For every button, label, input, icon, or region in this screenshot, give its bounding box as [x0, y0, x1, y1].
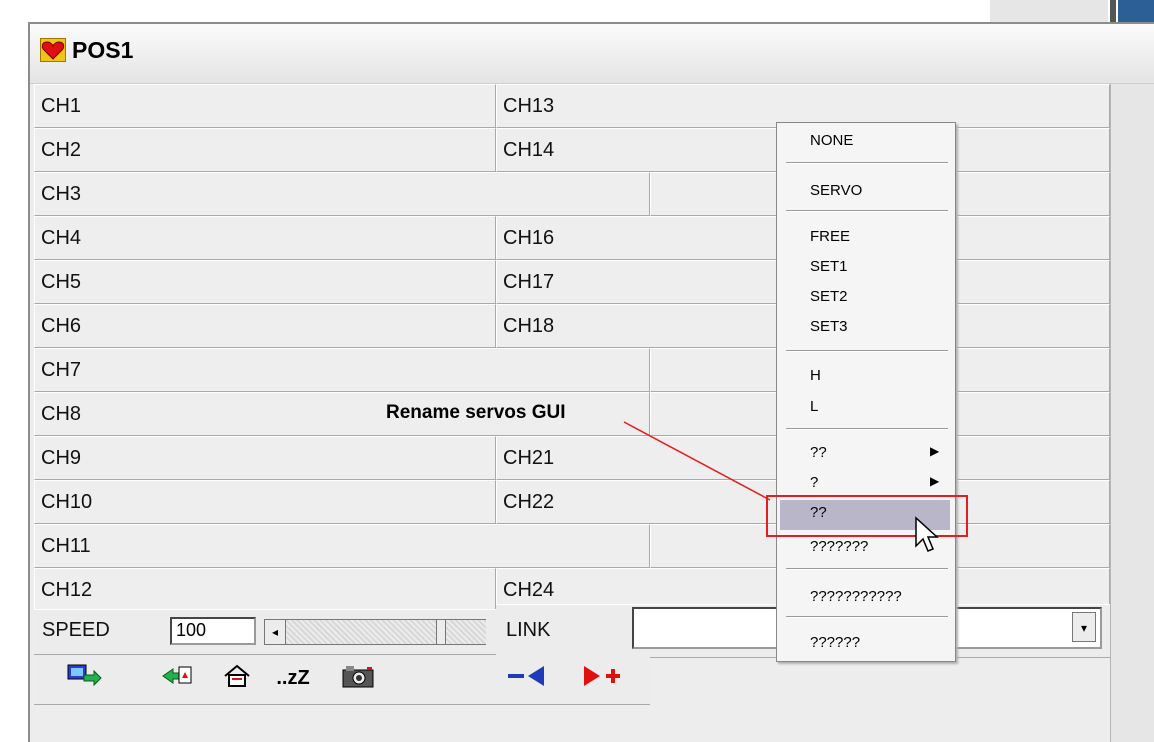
mouse-cursor-icon [915, 516, 939, 552]
annotation-arrow [623, 421, 771, 501]
